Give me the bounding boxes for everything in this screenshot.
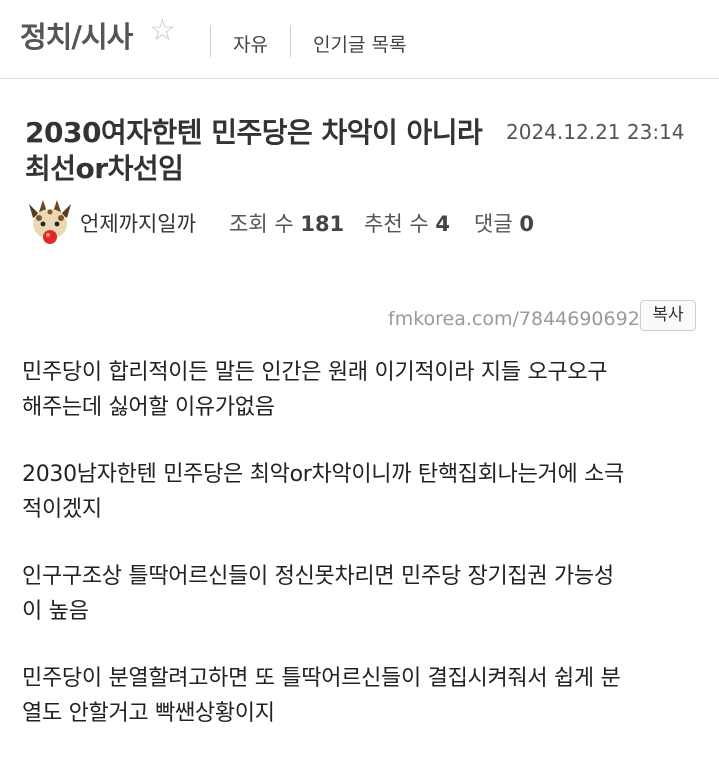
comment-count-label: 댓글 <box>474 212 513 236</box>
paragraph-line: 해주는데 싫어할 이유가없음 <box>22 395 275 420</box>
view-count: 조회 수 181 <box>229 208 344 238</box>
recommend-count-value: 4 <box>435 212 450 236</box>
view-count-label: 조회 수 <box>229 212 294 236</box>
giraffe-avatar-icon[interactable] <box>25 198 75 248</box>
post-paragraph: 민주당이 분열할려고하면 또 틀딱어르신들이 결집시켜줘서 쉽게 분 열도 안할… <box>22 661 702 731</box>
post-url[interactable]: fmkorea.com/7844690692 <box>388 308 640 330</box>
post-paragraph: 민주당이 합리적이든 말든 인간은 원래 이기적이라 지들 오구오구 해주는데 … <box>22 355 702 425</box>
board-title[interactable]: 정치/시사 <box>20 14 133 56</box>
nav-popular-list[interactable]: 인기글 목록 <box>313 30 406 57</box>
copy-url-button[interactable]: 복사 <box>640 300 696 331</box>
paragraph-line: 적이겠지 <box>22 497 102 522</box>
view-count-value: 181 <box>300 212 345 236</box>
recommend-count: 추천 수 4 <box>364 208 450 238</box>
paragraph-line: 민주당이 분열할려고하면 또 틀딱어르신들이 결집시켜줘서 쉽게 분 <box>22 666 621 691</box>
post-paragraph: 2030남자한텐 민주당은 최악or차악이니까 탄핵집회나는거에 소극 적이겠지 <box>22 457 702 527</box>
board-header: 정치/시사 ☆ 자유 인기글 목록 <box>0 0 719 79</box>
paragraph-line: 이 높음 <box>22 599 89 624</box>
star-outline-icon[interactable]: ☆ <box>149 16 176 46</box>
post-title-line: 최선or차선임 <box>25 152 184 185</box>
divider <box>290 25 291 57</box>
paragraph-line: 민주당이 합리적이든 말든 인간은 원래 이기적이라 지들 오구오구 <box>22 360 608 385</box>
divider <box>210 25 211 57</box>
post-paragraph: 인구구조상 틀딱어르신들이 정신못차리면 민주당 장기집권 가능성 이 높음 <box>22 559 702 629</box>
paragraph-line: 열도 안할거고 빡쌘상황이지 <box>22 701 275 726</box>
paragraph-line: 인구구조상 틀딱어르신들이 정신못차리면 민주당 장기집권 가능성 <box>22 564 614 589</box>
post-date: 2024.12.21 23:14 <box>506 120 685 144</box>
nav-free-board[interactable]: 자유 <box>233 30 268 57</box>
recommend-count-label: 추천 수 <box>364 212 429 236</box>
comment-count-value: 0 <box>519 212 534 236</box>
paragraph-line: 2030남자한텐 민주당은 최악or차악이니까 탄핵집회나는거에 소극 <box>22 462 624 487</box>
author-name[interactable]: 언제까지일까 <box>80 208 196 238</box>
comment-count: 댓글 0 <box>474 208 534 238</box>
